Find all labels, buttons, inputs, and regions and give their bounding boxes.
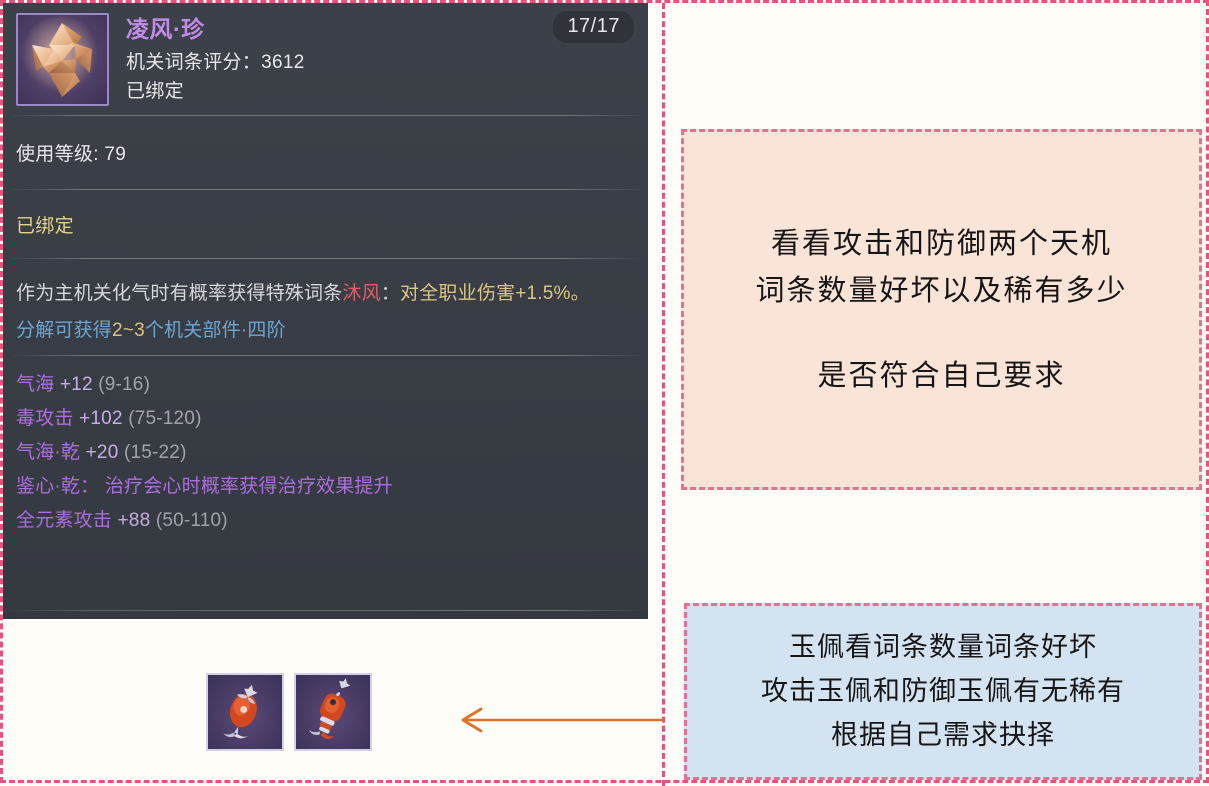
stat-range: (75-120)	[128, 408, 202, 429]
annotated-screenshot-page: 凌风·珍 机关词条评分：3612 已绑定 17/17 使用等级: 79 已绑定 …	[0, 0, 1209, 786]
description-text: 作为主机关化气时有概率获得特殊词条沐风：对全职业伤害+1.5%。	[16, 277, 636, 311]
stat-name: 气海·乾	[16, 442, 81, 463]
description-effect: 对全职业伤害+1.5%。	[400, 283, 590, 304]
note-bottom-line-1: 玉佩看词条数量词条好坏	[789, 631, 1097, 663]
durability-badge: 17/17	[553, 11, 634, 43]
description-highlight: 沐风	[342, 283, 381, 304]
note-top-line-1: 看看攻击和防御两个天机	[770, 226, 1112, 260]
annotation-note-bottom: 玉佩看词条数量词条好坏 攻击玉佩和防御玉佩有无稀有 根据自己需求抉择	[684, 603, 1202, 780]
bound-status-label: 已绑定	[16, 215, 74, 237]
description-block: 作为主机关化气时有概率获得特殊词条沐风：对全职业伤害+1.5%。 分解可获得2~…	[3, 259, 648, 355]
accessory-thumbnail-group	[206, 673, 372, 751]
defense-jade-pendant-icon[interactable]	[294, 673, 372, 751]
decompose-suffix: 个机关部件·四阶	[144, 320, 286, 341]
item-name: 凌风·珍	[126, 16, 205, 42]
stat-name: 气海	[16, 374, 55, 395]
annotation-note-top: 看看攻击和防御两个天机 词条数量好坏以及稀有多少 是否符合自己要求	[681, 129, 1202, 490]
stat-special-effect: 治疗会心时概率获得治疗效果提升	[104, 476, 393, 497]
stat-row: 鉴心·乾： 治疗会心时概率获得治疗效果提升	[16, 470, 635, 504]
vertical-section-divider	[662, 3, 665, 786]
divider-5	[11, 610, 640, 611]
bound-status-row: 已绑定	[3, 190, 648, 258]
note-top-line-3: 是否符合自己要求	[817, 358, 1066, 392]
stat-value: +102	[79, 408, 123, 429]
tooltip-header: 凌风·珍 机关词条评分：3612 已绑定 17/17	[3, 3, 648, 115]
stat-name: 鉴心·乾：	[16, 476, 100, 497]
description-seg1: 作为主机关化气时有概率获得特殊词条	[16, 283, 343, 304]
note-top-line-2: 词条数量好坏以及稀有多少	[755, 273, 1128, 307]
item-tooltip-panel: 凌风·珍 机关词条评分：3612 已绑定 17/17 使用等级: 79 已绑定 …	[3, 3, 648, 619]
item-bound-header: 已绑定	[126, 81, 184, 102]
stat-range: (9-16)	[98, 374, 151, 395]
decompose-text: 分解可获得2~3个机关部件·四阶	[16, 315, 636, 347]
stat-row: 毒攻击 +102 (75-120)	[16, 402, 635, 436]
note-bottom-line-2: 攻击玉佩和防御玉佩有无稀有	[761, 675, 1125, 707]
stat-range: (50-110)	[155, 510, 228, 531]
decompose-amount: 2~3	[112, 320, 145, 341]
stat-name: 全元素攻击	[16, 510, 113, 531]
stats-block: 气海 +12 (9-16) 毒攻击 +102 (75-120) 气海·乾 +20…	[3, 356, 648, 538]
tooltip-header-text: 凌风·珍 机关词条评分：3612 已绑定	[126, 13, 305, 102]
pointer-arrow-left	[461, 707, 663, 733]
stat-row: 全元素攻击 +88 (50-110)	[16, 504, 635, 538]
stat-row: 气海·乾 +20 (15-22)	[16, 436, 635, 470]
stat-name: 毒攻击	[16, 408, 74, 429]
attack-jade-pendant-icon[interactable]	[206, 673, 284, 751]
stat-value: +12	[59, 374, 93, 395]
stat-value: +88	[117, 510, 151, 531]
stat-value: +20	[85, 442, 119, 463]
polyhedron-star-item-icon	[16, 13, 109, 106]
note-bottom-line-3: 根据自己需求抉择	[831, 719, 1055, 751]
level-requirement-label: 使用等级: 79	[16, 144, 127, 165]
stat-row: 气海 +12 (9-16)	[16, 368, 635, 402]
stat-range: (15-22)	[123, 442, 187, 463]
decompose-prefix: 分解可获得	[16, 320, 113, 341]
level-requirement-row: 使用等级: 79	[3, 116, 648, 189]
description-colon: ：	[380, 283, 401, 304]
item-score: 机关词条评分：3612	[126, 52, 305, 73]
